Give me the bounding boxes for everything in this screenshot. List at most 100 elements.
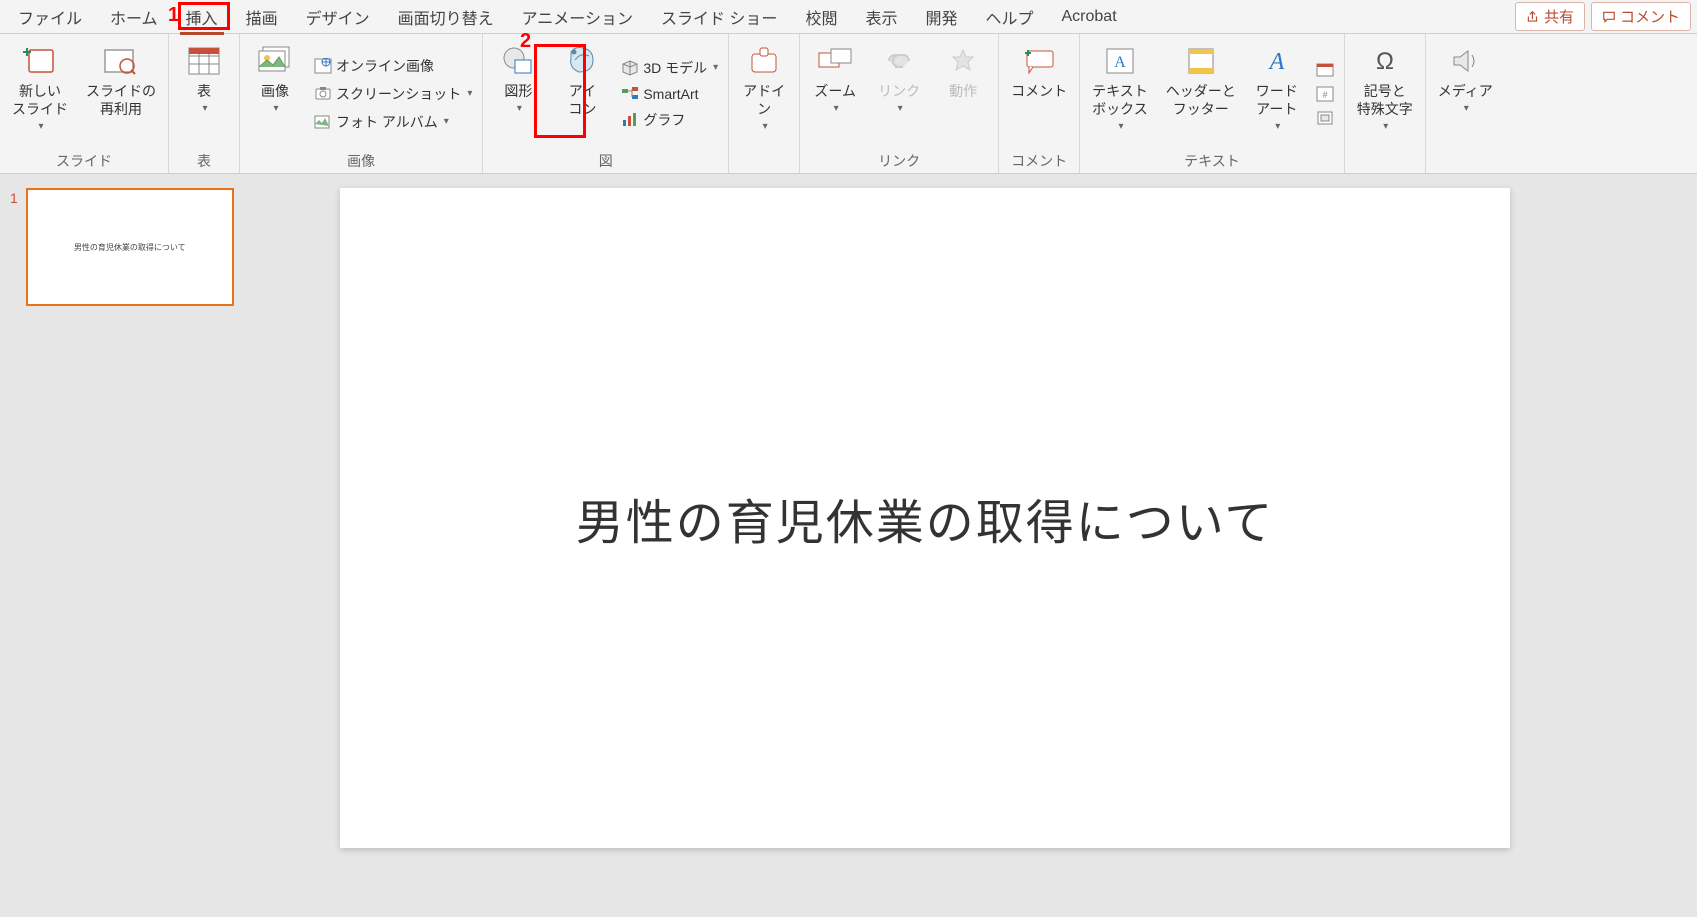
wordart-label: ワード アート [1256,82,1298,118]
share-button[interactable]: 共有 [1515,2,1585,31]
chevron-down-icon: ▾ [202,102,207,115]
action-button: 動作 [934,38,992,104]
svg-text:Ω: Ω [1376,48,1394,75]
slide-thumbnail-1[interactable]: 男性の育児休業の取得について [26,188,234,306]
tab-draw[interactable]: 描画 [232,0,292,35]
group-images-label: 画像 [246,149,476,171]
link-icon [880,42,918,80]
group-illustrations-label: 図 [489,149,722,171]
object-button[interactable] [1312,108,1338,128]
group-tables-label: 表 [175,149,233,171]
chevron-down-icon: ▾ [273,102,278,115]
group-comments: コメント コメント [999,34,1080,173]
group-links: ズーム ▾ リンク ▾ 動作 リンク [800,34,999,173]
group-links-label: リンク [806,149,992,171]
online-pictures-button[interactable]: オンライン画像 [310,54,476,78]
shapes-button[interactable]: 図形 ▾ [489,38,547,119]
group-tables: 表 ▾ 表 [169,34,240,173]
icons-button[interactable]: アイ コン [553,38,611,122]
comment-button-top[interactable]: コメント [1591,2,1691,31]
online-pictures-icon [314,58,332,74]
tab-insert[interactable]: 挿入 [172,0,232,35]
slide-title-text[interactable]: 男性の育児休業の取得について [576,483,1275,553]
smartart-label: SmartArt [643,86,698,102]
comment-top-label: コメント [1620,6,1680,27]
link-label: リンク [878,82,920,100]
screenshot-button[interactable]: スクリーンショット ▾ [310,82,476,106]
tab-review[interactable]: 校閲 [791,0,851,35]
chart-icon [621,112,639,128]
wordart-button[interactable]: A ワード アート ▾ [1248,38,1306,137]
chart-label: グラフ [643,110,685,130]
speaker-icon [1446,42,1484,80]
ribbon-comment-button[interactable]: コメント [1005,38,1073,104]
main-area: 1 男性の育児休業の取得について 男性の育児休業の取得について [0,174,1697,917]
chevron-down-icon: ▾ [1275,120,1280,133]
tab-file[interactable]: ファイル [4,0,96,35]
thumb-number: 1 [10,188,18,206]
table-label: 表 [197,82,211,100]
tab-help[interactable]: ヘルプ [971,0,1047,35]
media-button[interactable]: メディア ▾ [1432,38,1499,119]
group-symbols: Ω 記号と 特殊文字 ▾ [1345,34,1426,173]
datetime-button[interactable] [1312,60,1338,80]
shapes-icon [499,42,537,80]
shapes-label: 図形 [504,82,532,100]
photo-album-button[interactable]: フォト アルバム ▾ [310,110,476,134]
group-addins-label [735,169,793,171]
photo-album-label: フォト アルバム [336,112,438,132]
chevron-down-icon: ▾ [467,88,472,99]
datetime-icon [1316,62,1334,78]
chevron-down-icon: ▾ [834,102,839,115]
new-slide-button[interactable]: 新しい スライド ▾ [6,38,74,137]
tab-acrobat[interactable]: Acrobat [1048,2,1131,32]
ribbon-comment-label: コメント [1011,82,1067,100]
group-media-label [1432,169,1499,171]
icons-icon [563,42,601,80]
group-slides: 新しい スライド ▾ スライドの 再利用 スライド [0,34,169,173]
wordart-icon: A [1258,42,1296,80]
zoom-icon [816,42,854,80]
smartart-button[interactable]: SmartArt [617,84,722,104]
ribbon: 新しい スライド ▾ スライドの 再利用 スライド 表 ▾ 表 [0,34,1697,174]
media-label: メディア [1438,82,1493,100]
model3d-button[interactable]: 3D モデル ▾ [617,56,722,80]
tab-home[interactable]: ホーム [96,0,172,35]
symbols-button[interactable]: Ω 記号と 特殊文字 ▾ [1351,38,1419,137]
reuse-slides-button[interactable]: スライドの 再利用 [80,38,162,122]
chevron-down-icon: ▾ [763,120,768,133]
tab-animations[interactable]: アニメーション [508,0,647,35]
table-button[interactable]: 表 ▾ [175,38,233,119]
pictures-button[interactable]: 画像 ▾ [246,38,304,119]
thumb-title-text: 男性の育児休業の取得について [74,242,186,253]
tab-view[interactable]: 表示 [851,0,911,35]
tab-slideshow[interactable]: スライド ショー [647,0,791,35]
textbox-button[interactable]: A テキスト ボックス ▾ [1086,38,1154,137]
group-images: 画像 ▾ オンライン画像 スクリーンショット ▾ フォト アルバム ▾ [240,34,483,173]
reuse-slides-icon [102,42,140,80]
group-slides-label: スライド [6,149,162,171]
svg-text:#: # [1322,90,1327,100]
chart-button[interactable]: グラフ [617,108,722,132]
slide-canvas-area: 男性の育児休業の取得について [270,174,1697,917]
comment-icon [1602,10,1616,24]
model3d-label: 3D モデル [643,58,707,78]
tab-design[interactable]: デザイン [292,0,384,35]
new-slide-label: 新しい スライド [12,82,68,118]
object-icon [1316,110,1334,126]
headerfooter-button[interactable]: ヘッダーと フッター [1160,38,1242,122]
link-button: リンク ▾ [870,38,928,119]
slidenumber-button[interactable]: # [1312,84,1338,104]
thumb-row-1: 1 男性の育児休業の取得について [10,188,260,306]
reuse-slides-label: スライドの 再利用 [86,82,156,118]
photo-album-icon [314,114,332,130]
zoom-button[interactable]: ズーム ▾ [806,38,864,119]
icons-label: アイ コン [568,82,596,118]
svg-text:A: A [1267,49,1284,75]
chevron-down-icon: ▾ [517,102,522,115]
tab-transitions[interactable]: 画面切り替え [384,0,508,35]
slide-thumbnail-panel: 1 男性の育児休業の取得について [0,174,270,917]
slide-canvas[interactable]: 男性の育児休業の取得について [340,188,1510,848]
tab-developer[interactable]: 開発 [911,0,971,35]
addins-button[interactable]: アドイ ン ▾ [735,38,793,137]
